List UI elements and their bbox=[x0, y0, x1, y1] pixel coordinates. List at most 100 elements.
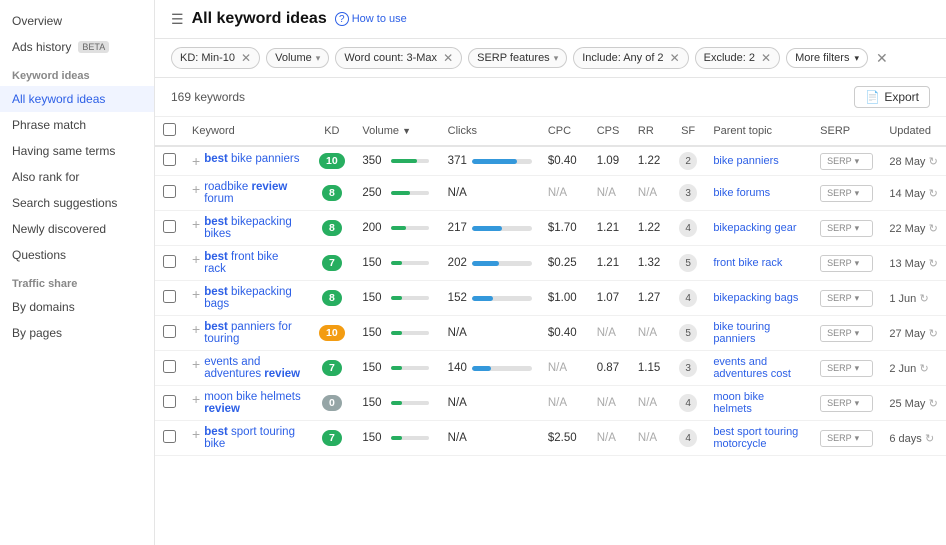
refresh-icon[interactable]: ↻ bbox=[925, 432, 934, 445]
serp-dropdown[interactable]: SERP ▾ bbox=[820, 220, 873, 237]
keyword-link[interactable]: best panniers for touring bbox=[204, 321, 301, 345]
keyword-link[interactable]: best sport touring bike bbox=[204, 426, 301, 450]
help-link[interactable]: ? How to use bbox=[335, 12, 407, 26]
add-keyword-icon[interactable]: + bbox=[192, 216, 200, 232]
sidebar-item-questions[interactable]: Questions bbox=[0, 242, 154, 268]
serp-dropdown[interactable]: SERP ▾ bbox=[820, 325, 873, 342]
refresh-icon[interactable]: ↻ bbox=[929, 257, 938, 270]
row-checkbox[interactable] bbox=[163, 255, 176, 268]
row-checkbox[interactable] bbox=[163, 220, 176, 233]
menu-icon[interactable]: ☰ bbox=[171, 11, 184, 28]
remove-filter-icon[interactable]: ✕ bbox=[761, 51, 771, 65]
table-row: + best bikepacking bikes 8 200 217 $1.70… bbox=[155, 211, 946, 246]
row-checkbox[interactable] bbox=[163, 185, 176, 198]
refresh-icon[interactable]: ↻ bbox=[919, 292, 928, 305]
th-serp[interactable]: SERP bbox=[812, 117, 881, 146]
serp-dropdown[interactable]: SERP ▾ bbox=[820, 290, 873, 307]
serp-dropdown[interactable]: SERP ▾ bbox=[820, 255, 873, 272]
serp-dropdown[interactable]: SERP ▾ bbox=[820, 430, 873, 447]
refresh-icon[interactable]: ↻ bbox=[919, 362, 928, 375]
parent-topic-link[interactable]: moon bike helmets bbox=[713, 391, 764, 415]
add-keyword-icon[interactable]: + bbox=[192, 321, 200, 337]
add-keyword-icon[interactable]: + bbox=[192, 181, 200, 197]
keyword-link[interactable]: best bike panniers bbox=[204, 153, 299, 165]
refresh-icon[interactable]: ↻ bbox=[929, 187, 938, 200]
add-keyword-icon[interactable]: + bbox=[192, 251, 200, 267]
refresh-icon[interactable]: ↻ bbox=[929, 222, 938, 235]
cps-cell: 1.21 bbox=[589, 246, 630, 281]
keyword-link[interactable]: moon bike helmets review bbox=[204, 391, 301, 415]
parent-topic-link[interactable]: front bike rack bbox=[713, 257, 782, 269]
th-keyword[interactable]: Keyword bbox=[184, 117, 309, 146]
th-parent-topic[interactable]: Parent topic bbox=[705, 117, 812, 146]
add-keyword-icon[interactable]: + bbox=[192, 426, 200, 442]
keyword-link[interactable]: events and adventures review bbox=[204, 356, 301, 380]
table-row: + events and adventures review 7 150 140… bbox=[155, 351, 946, 386]
row-checkbox[interactable] bbox=[163, 430, 176, 443]
kd-badge: 8 bbox=[322, 290, 342, 306]
add-keyword-icon[interactable]: + bbox=[192, 286, 200, 302]
refresh-icon[interactable]: ↻ bbox=[929, 327, 938, 340]
serp-dropdown[interactable]: SERP ▾ bbox=[820, 360, 873, 377]
keyword-link[interactable]: best bikepacking bikes bbox=[204, 216, 301, 240]
parent-topic-link[interactable]: bike panniers bbox=[713, 155, 778, 167]
sidebar-item-overview[interactable]: Overview bbox=[0, 8, 154, 34]
row-checkbox[interactable] bbox=[163, 395, 176, 408]
keyword-highlight: review bbox=[252, 181, 288, 193]
filter-chip-exclude[interactable]: Exclude: 2✕ bbox=[695, 47, 780, 69]
row-checkbox[interactable] bbox=[163, 360, 176, 373]
th-rr[interactable]: RR bbox=[630, 117, 671, 146]
parent-topic-link[interactable]: bikepacking bags bbox=[713, 292, 798, 304]
parent-topic-link[interactable]: best sport touring motorcycle bbox=[713, 426, 798, 450]
remove-filter-icon[interactable]: ✕ bbox=[241, 51, 251, 65]
serp-dropdown[interactable]: SERP ▾ bbox=[820, 185, 873, 202]
sidebar-item-search-suggestions[interactable]: Search suggestions bbox=[0, 190, 154, 216]
sidebar-item-also-rank-for[interactable]: Also rank for bbox=[0, 164, 154, 190]
row-checkbox[interactable] bbox=[163, 290, 176, 303]
sidebar-item-by-pages[interactable]: By pages bbox=[0, 320, 154, 346]
serp-dropdown[interactable]: SERP ▾ bbox=[820, 153, 873, 170]
keyword-link[interactable]: best bikepacking bags bbox=[204, 286, 301, 310]
sidebar-item-having-same-terms[interactable]: Having same terms bbox=[0, 138, 154, 164]
remove-filter-icon[interactable]: ✕ bbox=[443, 51, 453, 65]
refresh-icon[interactable]: ↻ bbox=[929, 397, 938, 410]
th-cpc[interactable]: CPC bbox=[540, 117, 589, 146]
keyword-link[interactable]: roadbike review forum bbox=[204, 181, 301, 205]
th-volume[interactable]: Volume ▼ bbox=[354, 117, 439, 146]
parent-topic-link[interactable]: bike forums bbox=[713, 187, 770, 199]
filter-chip-volume[interactable]: Volume▾ bbox=[266, 48, 329, 68]
th-sf[interactable]: SF bbox=[671, 117, 705, 146]
sidebar-item-ads-history[interactable]: Ads history BETA bbox=[0, 34, 154, 60]
export-button[interactable]: 📄 Export bbox=[854, 86, 930, 108]
remove-filter-icon[interactable]: ✕ bbox=[670, 51, 680, 65]
sidebar-item-newly-discovered[interactable]: Newly discovered bbox=[0, 216, 154, 242]
parent-topic-link[interactable]: bike touring panniers bbox=[713, 321, 770, 345]
th-updated[interactable]: Updated bbox=[881, 117, 946, 146]
filter-chip-kd[interactable]: KD: Min-10✕ bbox=[171, 47, 260, 69]
filter-chip-include[interactable]: Include: Any of 2✕ bbox=[573, 47, 688, 69]
keyword-highlight: best bbox=[204, 321, 228, 333]
row-checkbox[interactable] bbox=[163, 153, 176, 166]
row-checkbox[interactable] bbox=[163, 325, 176, 338]
cps-cell: 1.21 bbox=[589, 211, 630, 246]
th-kd[interactable]: KD bbox=[309, 117, 354, 146]
th-cps[interactable]: CPS bbox=[589, 117, 630, 146]
sidebar-item-phrase-match[interactable]: Phrase match bbox=[0, 112, 154, 138]
refresh-icon[interactable]: ↻ bbox=[929, 155, 938, 168]
sidebar-item-all-keyword-ideas[interactable]: All keyword ideas bbox=[0, 86, 154, 112]
more-filters-button[interactable]: More filters▾ bbox=[786, 48, 868, 68]
add-keyword-icon[interactable]: + bbox=[192, 153, 200, 169]
add-keyword-icon[interactable]: + bbox=[192, 391, 200, 407]
kd-badge: 7 bbox=[322, 360, 342, 376]
parent-topic-link[interactable]: events and adventures cost bbox=[713, 356, 791, 380]
th-clicks[interactable]: Clicks bbox=[440, 117, 540, 146]
keyword-link[interactable]: best front bike rack bbox=[204, 251, 301, 275]
clear-all-button[interactable]: ✕ bbox=[876, 50, 888, 67]
select-all-checkbox[interactable] bbox=[163, 123, 176, 136]
filter-chip-serp_features[interactable]: SERP features▾ bbox=[468, 48, 567, 68]
add-keyword-icon[interactable]: + bbox=[192, 356, 200, 372]
sidebar-item-by-domains[interactable]: By domains bbox=[0, 294, 154, 320]
filter-chip-word_count[interactable]: Word count: 3-Max✕ bbox=[335, 47, 462, 69]
serp-dropdown[interactable]: SERP ▾ bbox=[820, 395, 873, 412]
parent-topic-link[interactable]: bikepacking gear bbox=[713, 222, 796, 234]
